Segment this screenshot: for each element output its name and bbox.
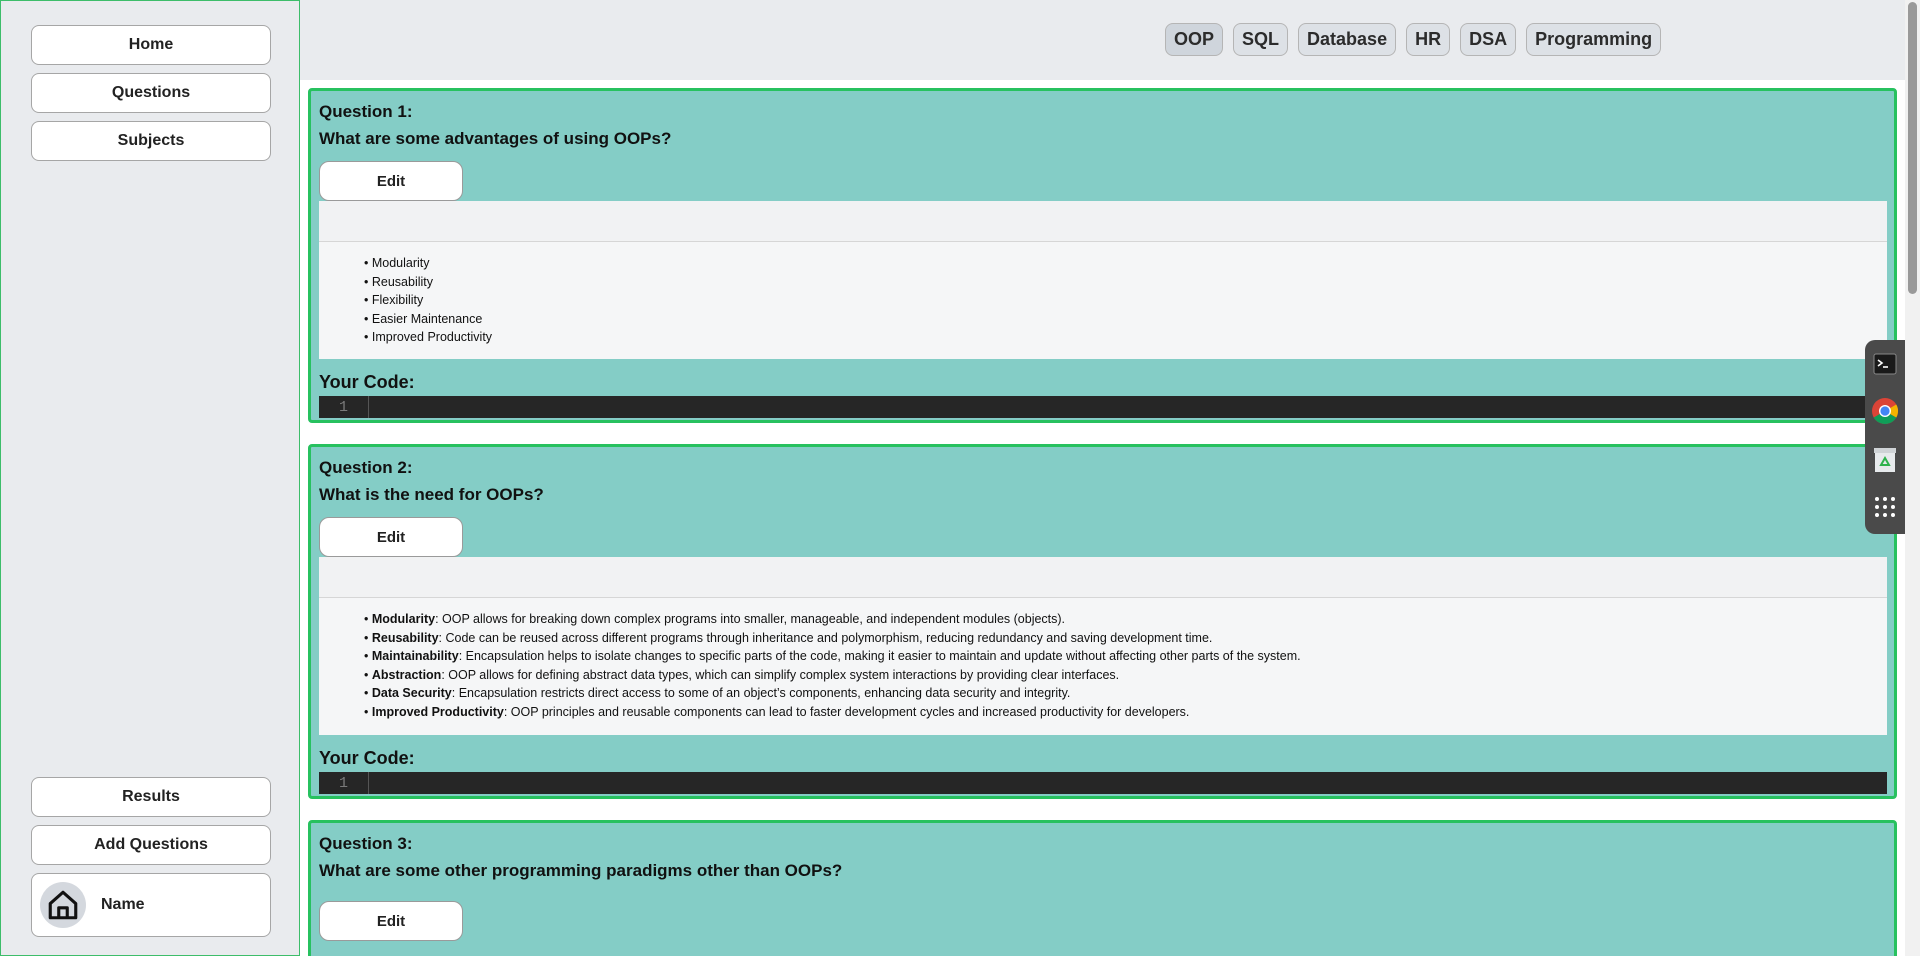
answer-list: Modularity: OOP allows for breaking down… xyxy=(319,598,1887,721)
question-text: What is the need for OOPs? xyxy=(319,485,544,504)
avatar xyxy=(40,882,86,928)
list-item: Data Security: Encapsulation restricts d… xyxy=(364,684,1887,703)
scroll-thumb[interactable] xyxy=(1908,2,1917,294)
edit-button[interactable]: Edit xyxy=(319,901,463,941)
list-item: Flexibility xyxy=(364,291,1887,310)
tab-oop[interactable]: OOP xyxy=(1165,23,1224,56)
profile-name: Name xyxy=(101,896,145,913)
app-grid-icon[interactable] xyxy=(1871,493,1899,521)
code-editor[interactable]: 1 xyxy=(319,772,1887,794)
question-list: Question 1: What are some advantages of … xyxy=(300,80,1905,956)
list-item: Reusability: Code can be reused across d… xyxy=(364,629,1887,648)
code-label: Your Code: xyxy=(319,748,415,768)
question-card: Question 3: What are some other programm… xyxy=(308,820,1897,956)
sidebar-item-subjects[interactable]: Subjects xyxy=(31,121,271,161)
trash-icon[interactable] xyxy=(1871,446,1899,474)
list-item: Modularity: OOP allows for breaking down… xyxy=(364,610,1887,629)
tab-dsa[interactable]: DSA xyxy=(1460,23,1517,56)
sidebar-item-home[interactable]: Home xyxy=(31,25,271,65)
tab-hr[interactable]: HR xyxy=(1406,23,1451,56)
home-icon xyxy=(48,890,78,920)
list-item: Improved Productivity xyxy=(364,328,1887,347)
list-item: Reusability xyxy=(364,273,1887,292)
chrome-icon[interactable] xyxy=(1871,397,1899,425)
answer-toolbar xyxy=(319,201,1887,242)
sidebar-item-results[interactable]: Results xyxy=(31,777,271,817)
edit-button[interactable]: Edit xyxy=(319,161,463,201)
question-card: Question 1: What are some advantages of … xyxy=(308,88,1897,423)
profile-card[interactable]: Name xyxy=(31,873,271,937)
list-item: Abstraction: OOP allows for defining abs… xyxy=(364,666,1887,685)
sidebar-item-questions[interactable]: Questions xyxy=(31,73,271,113)
question-text: What are some advantages of using OOPs? xyxy=(319,129,672,148)
line-number: 1 xyxy=(319,772,369,794)
list-item: Improved Productivity: OOP principles an… xyxy=(364,703,1887,722)
question-number: Question 3: xyxy=(319,834,413,853)
os-dock xyxy=(1865,340,1905,534)
subject-tab-bar: OOP SQL Database HR DSA Programming xyxy=(300,0,1905,80)
tab-database[interactable]: Database xyxy=(1298,23,1397,56)
page-scrollbar[interactable] xyxy=(1905,0,1920,956)
list-item: Easier Maintenance xyxy=(364,310,1887,329)
answer-list: Modularity Reusability Flexibility Easie… xyxy=(319,242,1887,347)
question-card: Question 2: What is the need for OOPs? E… xyxy=(308,444,1897,799)
terminal-icon[interactable] xyxy=(1871,350,1899,378)
answer-toolbar xyxy=(319,557,1887,598)
list-item: Maintainability: Encapsulation helps to … xyxy=(364,647,1887,666)
question-number: Question 2: xyxy=(319,458,413,477)
sidebar-item-add-questions[interactable]: Add Questions xyxy=(31,825,271,865)
line-number: 1 xyxy=(319,396,369,418)
question-number: Question 1: xyxy=(319,102,413,121)
answer-panel: Modularity Reusability Flexibility Easie… xyxy=(319,201,1887,359)
answer-panel: Modularity: OOP allows for breaking down… xyxy=(319,557,1887,735)
list-item: Modularity xyxy=(364,254,1887,273)
question-text: What are some other programming paradigm… xyxy=(319,861,843,880)
code-editor[interactable]: 1 xyxy=(319,396,1897,418)
tab-sql[interactable]: SQL xyxy=(1233,23,1289,56)
sidebar: Home Questions Subjects Results Add Ques… xyxy=(0,0,300,956)
code-label: Your Code: xyxy=(319,372,415,392)
tab-programming[interactable]: Programming xyxy=(1526,23,1662,56)
edit-button[interactable]: Edit xyxy=(319,517,463,557)
